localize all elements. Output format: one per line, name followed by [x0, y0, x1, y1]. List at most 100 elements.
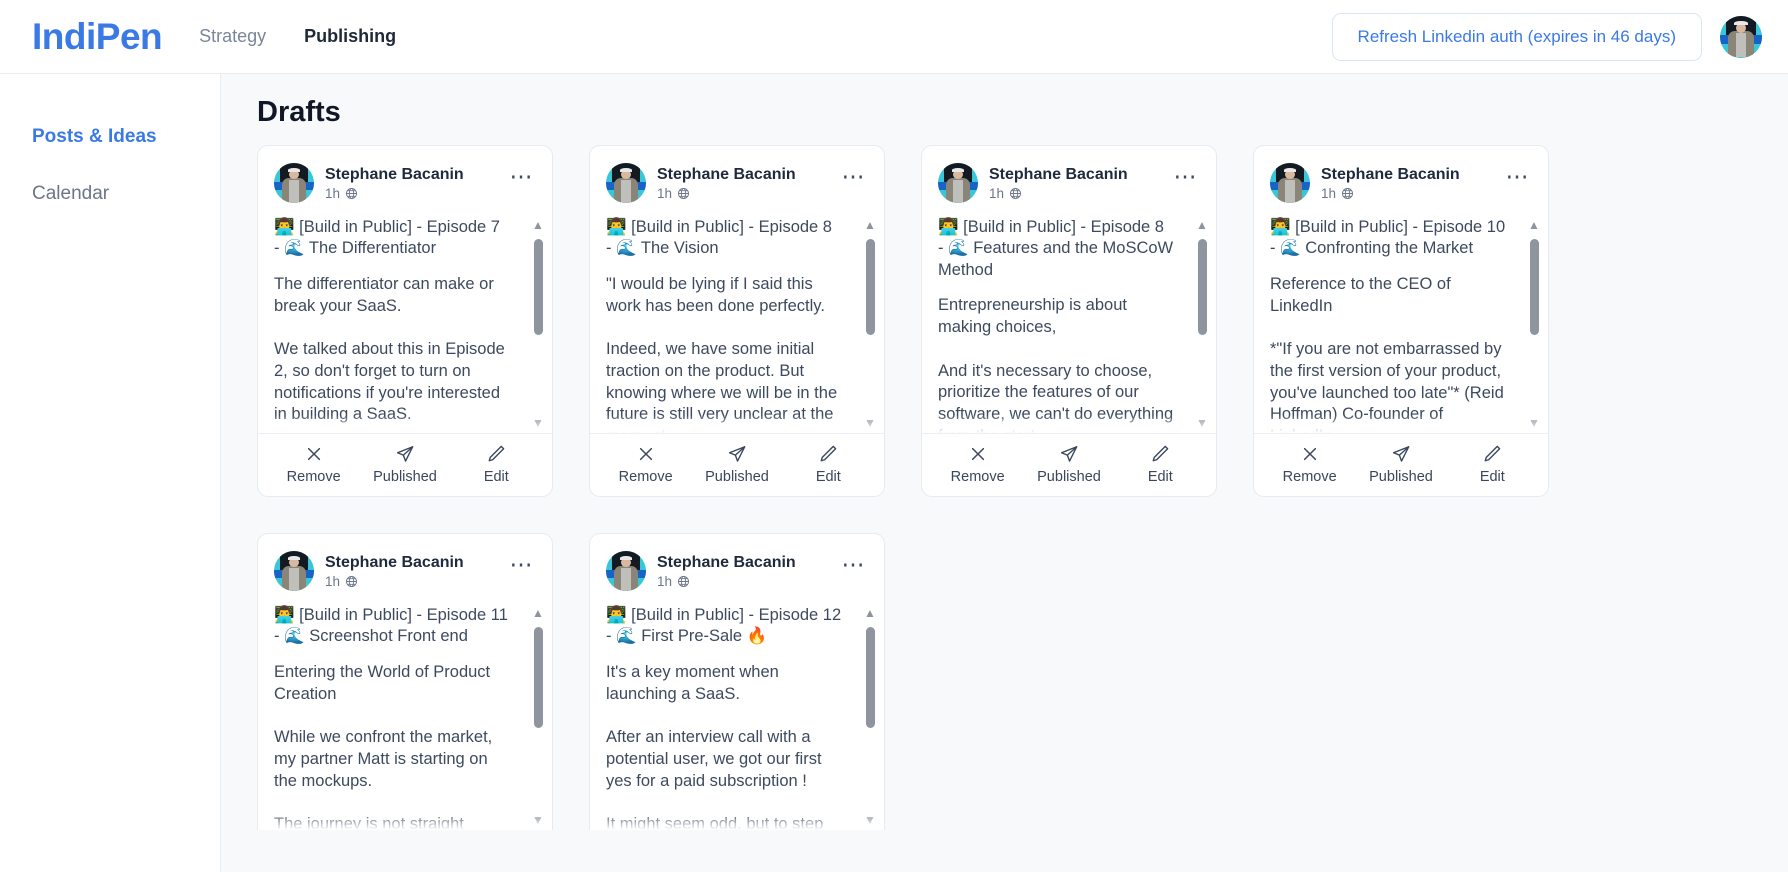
- scroll-down-arrow-icon[interactable]: ▼: [1196, 417, 1208, 429]
- post-card-body: 👨‍💻 [Build in Public] - Episode 11 - 🌊 S…: [258, 599, 552, 830]
- post-text: The differentiator can make or break you…: [274, 274, 505, 424]
- post-timestamp: 1h: [657, 574, 673, 590]
- more-options-icon[interactable]: ⋯: [1172, 165, 1201, 189]
- post-meta: 1h: [325, 574, 464, 589]
- published-button[interactable]: Published: [1023, 443, 1114, 485]
- post-text: "I would be lying if I said this work ha…: [606, 274, 838, 433]
- scroll-up-arrow-icon[interactable]: ▲: [1528, 219, 1540, 231]
- post-card-header: Stephane Bacanin 1h ⋯: [590, 146, 884, 211]
- pencil-icon: [1150, 443, 1170, 464]
- post-scrollbar[interactable]: ▲ ▼: [530, 219, 546, 429]
- post-timestamp: 1h: [657, 186, 673, 202]
- scrollbar-thumb[interactable]: [865, 627, 875, 728]
- post-card-header: Stephane Bacanin 1h ⋯: [922, 146, 1216, 211]
- post-card-actions: Remove Published Edit: [590, 433, 884, 496]
- draft-post-card[interactable]: Stephane Bacanin 1h ⋯ 👨‍💻 [Build in Public]…: [257, 533, 553, 830]
- scrollbar-track[interactable]: [865, 623, 875, 810]
- sidebar-item-posts-and-ideas[interactable]: Posts & Ideas: [32, 126, 220, 148]
- scroll-down-arrow-icon[interactable]: ▼: [532, 814, 544, 826]
- more-options-icon[interactable]: ⋯: [840, 165, 869, 189]
- post-card-header: Stephane Bacanin 1h ⋯: [258, 146, 552, 211]
- draft-post-card[interactable]: Stephane Bacanin 1h ⋯ 👨‍💻 [Build in Public]…: [1253, 145, 1549, 497]
- close-x-icon: [305, 443, 323, 464]
- remove-button[interactable]: Remove: [1264, 443, 1355, 485]
- post-scrollbar[interactable]: ▲ ▼: [862, 219, 878, 429]
- scroll-down-arrow-icon[interactable]: ▼: [532, 417, 544, 429]
- post-timestamp: 1h: [325, 574, 341, 590]
- scroll-down-arrow-icon[interactable]: ▼: [864, 417, 876, 429]
- page-title: Drafts: [257, 96, 341, 128]
- scroll-up-arrow-icon[interactable]: ▲: [1196, 219, 1208, 231]
- published-label: Published: [1037, 469, 1101, 485]
- edit-button[interactable]: Edit: [1447, 443, 1538, 485]
- nav-item-strategy[interactable]: Strategy: [197, 22, 268, 51]
- post-title: 👨‍💻 [Build in Public] - Episode 7 - 🌊 Th…: [274, 218, 500, 258]
- scrollbar-track[interactable]: [1529, 235, 1539, 413]
- scroll-down-arrow-icon[interactable]: ▼: [1528, 417, 1540, 429]
- post-meta: 1h: [657, 574, 796, 589]
- post-author-name: Stephane Bacanin: [1321, 165, 1460, 183]
- post-author-name: Stephane Bacanin: [325, 165, 464, 183]
- refresh-linkedin-auth-button[interactable]: Refresh Linkedin auth (expires in 46 day…: [1331, 12, 1702, 61]
- published-button[interactable]: Published: [1355, 443, 1446, 485]
- post-scrollbar[interactable]: ▲ ▼: [1194, 219, 1210, 429]
- scroll-up-arrow-icon[interactable]: ▲: [532, 607, 544, 619]
- globe-icon: [345, 187, 358, 200]
- scrollbar-thumb[interactable]: [533, 239, 543, 336]
- app-logo[interactable]: IndiPen: [32, 18, 163, 55]
- published-button[interactable]: Published: [691, 443, 782, 485]
- edit-button[interactable]: Edit: [1115, 443, 1206, 485]
- post-author-name: Stephane Bacanin: [325, 553, 464, 571]
- post-scrollbar[interactable]: ▲ ▼: [862, 607, 878, 826]
- scroll-up-arrow-icon[interactable]: ▲: [864, 607, 876, 619]
- more-options-icon[interactable]: ⋯: [508, 553, 537, 577]
- post-title: 👨‍💻 [Build in Public] - Episode 12 - 🌊 F…: [606, 606, 842, 646]
- scrollbar-thumb[interactable]: [865, 239, 875, 336]
- post-author-avatar: [1270, 163, 1310, 203]
- draft-post-card[interactable]: Stephane Bacanin 1h ⋯ 👨‍💻 [Build in Public]…: [921, 145, 1217, 497]
- remove-button[interactable]: Remove: [932, 443, 1023, 485]
- post-author-block: Stephane Bacanin 1h: [989, 165, 1128, 201]
- scroll-down-arrow-icon[interactable]: ▼: [864, 814, 876, 826]
- edit-button[interactable]: Edit: [783, 443, 874, 485]
- sidebar: Posts & Ideas Calendar: [0, 74, 221, 872]
- post-title: 👨‍💻 [Build in Public] - Episode 11 - 🌊 S…: [274, 606, 508, 646]
- post-author-avatar: [274, 163, 314, 203]
- app-shell: Posts & Ideas Calendar Drafts Stephane B…: [0, 74, 1788, 872]
- more-options-icon[interactable]: ⋯: [1504, 165, 1533, 189]
- more-options-icon[interactable]: ⋯: [508, 165, 537, 189]
- post-author-avatar: [606, 163, 646, 203]
- globe-icon: [677, 575, 690, 588]
- scrollbar-track[interactable]: [533, 235, 543, 413]
- post-author-block: Stephane Bacanin 1h: [325, 553, 464, 589]
- sidebar-item-calendar[interactable]: Calendar: [32, 183, 220, 205]
- post-meta: 1h: [657, 186, 796, 201]
- scrollbar-track[interactable]: [533, 623, 543, 810]
- remove-button[interactable]: Remove: [268, 443, 359, 485]
- remove-button[interactable]: Remove: [600, 443, 691, 485]
- draft-post-card[interactable]: Stephane Bacanin 1h ⋯ 👨‍💻 [Build in Public]…: [589, 533, 885, 830]
- paper-plane-icon: [395, 443, 415, 464]
- scrollbar-thumb[interactable]: [1529, 239, 1539, 336]
- edit-label: Edit: [483, 469, 509, 485]
- post-scrollbar[interactable]: ▲ ▼: [1526, 219, 1542, 429]
- edit-button[interactable]: Edit: [451, 443, 542, 485]
- globe-icon: [1009, 187, 1022, 200]
- post-author-name: Stephane Bacanin: [657, 553, 796, 571]
- post-scrollbar[interactable]: ▲ ▼: [530, 607, 546, 826]
- scrollbar-track[interactable]: [1197, 235, 1207, 413]
- published-button[interactable]: Published: [359, 443, 450, 485]
- scroll-up-arrow-icon[interactable]: ▲: [864, 219, 876, 231]
- scroll-up-arrow-icon[interactable]: ▲: [532, 219, 544, 231]
- post-card-body: 👨‍💻 [Build in Public] - Episode 7 - 🌊 Th…: [258, 211, 552, 433]
- draft-post-card[interactable]: Stephane Bacanin 1h ⋯ 👨‍💻 [Build in Public]…: [589, 145, 885, 497]
- user-avatar[interactable]: [1720, 15, 1762, 58]
- more-options-icon[interactable]: ⋯: [840, 553, 869, 577]
- post-card-body: 👨‍💻 [Build in Public] - Episode 12 - 🌊 F…: [590, 599, 884, 830]
- scrollbar-thumb[interactable]: [533, 627, 543, 728]
- draft-post-card[interactable]: Stephane Bacanin 1h ⋯ 👨‍💻 [Build in Public]…: [257, 145, 553, 497]
- nav-item-publishing[interactable]: Publishing: [302, 22, 398, 51]
- post-author-avatar: [938, 163, 978, 203]
- scrollbar-thumb[interactable]: [1197, 239, 1207, 336]
- scrollbar-track[interactable]: [865, 235, 875, 413]
